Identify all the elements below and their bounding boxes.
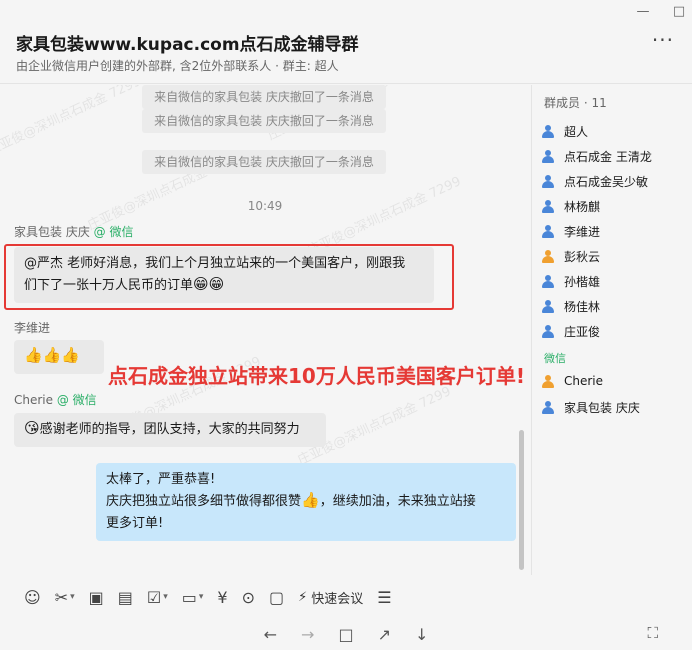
file-icon[interactable]: ▤ [118,588,133,607]
member-item[interactable]: 超人 [542,123,588,140]
message-sender: 家具包装 庆庆 @ 微信 [14,223,133,240]
member-count: 群成员 · 11 [544,96,607,110]
person-icon [542,325,554,338]
annotation-banner: 点石成金独立站带来10万人民币美国客户订单! [108,364,525,388]
person-icon [542,150,554,163]
member-item[interactable]: 李维进 [542,223,600,240]
member-sidebar: 群成员 · 11 超人 点石成金 王清龙 点石成金吴少敏 林杨麒 李维进 彭秋云… [531,85,692,575]
message-bubble[interactable]: 👍👍👍 [14,340,104,374]
lightning-icon: ⚡ [298,589,308,605]
wechat-source-tag: @ 微信 [93,225,134,239]
kiss-emoji-icon: 😘 [24,419,40,437]
member-name: Cherie [564,374,604,388]
back-arrow-icon[interactable]: ← [264,625,277,644]
chat-window: — □ 家具包装www.kupac.com点石成金辅导群 由企业微信用户创建的外… [0,0,692,650]
member-item[interactable]: 彭秋云 [542,248,600,265]
person-icon [542,175,554,188]
quick-meeting-label: 快速会议 [311,591,364,607]
input-toolbar: ☺ ✂ ▾ ▣ ▤ ☑ ▾ ▭ ▾ ¥ ⊙ ▢ ⚡ 快速会议 ☰ [0,576,530,618]
wechat-section-label: 微信 [544,352,566,365]
member-name: 孙楷雄 [564,275,601,289]
forward-arrow-icon[interactable]: → [301,625,314,644]
wechat-source-tag: @ 微信 [56,393,97,407]
member-item[interactable]: 林杨麒 [542,198,600,215]
sender-name[interactable]: 家具包装 庆庆 [14,225,90,239]
thumbs-up-emoji-icon: 👍 [301,491,320,509]
sender-name[interactable]: Cherie [14,393,53,407]
person-icon [542,374,554,388]
message-text: ，继续加油，未来独立站接 [319,494,476,509]
recall-notice: 来自微信的家具包装 庆庆撤回了一条消息 [142,85,386,109]
member-name: 家具包装 庆庆 [564,401,640,415]
member-name: 点石成金 王清龙 [564,150,652,164]
viewer-nav-bar: ← → □ ↗ ↓ [0,618,692,650]
person-icon [542,225,554,238]
message-sender: Cherie @ 微信 [14,391,97,408]
member-name: 林杨麒 [564,200,601,214]
recall-notice: 来自微信的家具包装 庆庆撤回了一条消息 [142,109,386,133]
person-icon [542,125,554,138]
member-item[interactable]: 杨佳林 [542,298,600,315]
message-area: 庄亚俊@深圳点石成金 7299 庄亚俊@深圳点石成金 7299 庄亚俊@深圳点石… [0,85,530,575]
member-name: 李维进 [564,225,601,239]
message-sender: 李维进 [14,319,50,336]
scissors-icon[interactable]: ✂ ▾ [55,588,75,607]
member-item[interactable]: 孙楷雄 [542,273,600,290]
message-timestamp: 10:49 [247,199,283,213]
image-icon[interactable]: ▣ [89,588,104,607]
message-text: 庆庆把独立站很多细节做得都很赞 [106,494,302,509]
screenshot-icon[interactable]: ⛶ [647,624,658,642]
more-options-icon[interactable]: ··· [652,28,674,52]
chat-scrollbar[interactable] [519,430,524,570]
comment-icon[interactable]: ▢ [269,588,284,607]
sender-name[interactable]: 李维进 [14,321,50,335]
quick-meeting-button[interactable]: ⚡ 快速会议 [298,588,363,607]
member-item[interactable]: 点石成金 王清龙 [542,148,652,165]
thumbs-up-emoji-icon: 👍👍👍 [24,346,81,364]
group-title: 家具包装www.kupac.com点石成金辅导群 [16,35,359,55]
download-icon[interactable]: ↓ [415,625,428,644]
checklist-icon[interactable]: ☑ ▾ [147,588,168,607]
share-icon[interactable]: ↗ [378,625,391,644]
message-text: 感谢老师的指导，团队支持，大家的共同努力 [39,422,300,437]
person-icon [542,275,554,288]
person-icon [542,401,554,414]
member-name: 超人 [564,125,589,139]
watermark: 庄亚俊@深圳点石成金 7299 [0,85,144,159]
message-bubble[interactable]: 😘感谢老师的指导，团队支持，大家的共同努力 [14,413,326,447]
highlight-box [4,244,454,310]
recall-notice: 来自微信的家具包装 庆庆撤回了一条消息 [142,150,386,174]
member-name: 杨佳林 [564,300,601,314]
member-item[interactable]: Cherie [542,374,603,388]
member-item[interactable]: 点石成金吴少敏 [542,173,648,190]
fit-screen-icon[interactable]: □ [338,625,353,644]
group-subtitle: 由企业微信用户创建的外部群, 含2位外部联系人 · 群主: 超人 [16,59,339,73]
member-name: 点石成金吴少敏 [564,175,649,189]
message-text: 更多订单! [106,516,164,531]
person-icon [542,200,554,213]
member-item[interactable]: 家具包装 庆庆 [542,399,640,416]
my-message-bubble[interactable]: 太棒了，严重恭喜! 庆庆把独立站很多细节做得都很赞👍，继续加油，未来独立站接 更… [96,463,516,541]
folder-icon[interactable]: ▭ ▾ [182,588,204,607]
list-icon[interactable]: ☰ [377,588,391,607]
chat-header: 家具包装www.kupac.com点石成金辅导群 由企业微信用户创建的外部群, … [0,0,692,84]
money-icon[interactable]: ¥ [217,588,227,607]
person-icon [542,250,554,263]
person-icon [542,300,554,313]
member-name: 彭秋云 [564,250,601,264]
message-text: 太棒了，严重恭喜! [106,472,216,487]
member-item[interactable]: 庄亚俊 [542,323,600,340]
more-chat-icon[interactable]: ⊙ [242,588,255,607]
member-name: 庄亚俊 [564,325,601,339]
emoji-icon[interactable]: ☺ [24,588,41,607]
